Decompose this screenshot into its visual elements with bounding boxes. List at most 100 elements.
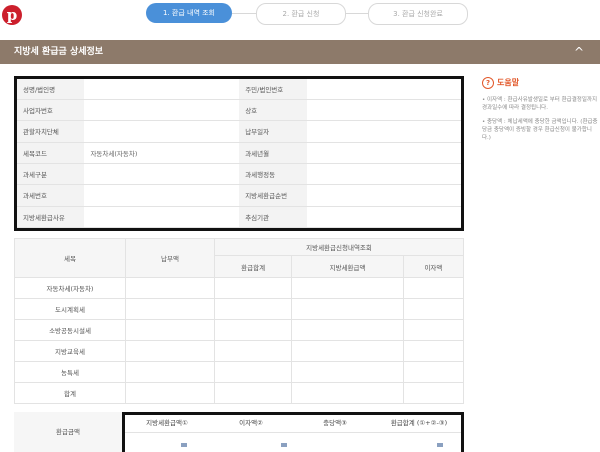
amount-cell [213, 382, 293, 404]
refund-amount-label: 환급금액 [14, 412, 122, 452]
amount-cell [291, 277, 404, 299]
info-label: 납부일자 [239, 120, 307, 143]
amount-cell [125, 340, 215, 362]
pinterest-logo-icon[interactable]: p [2, 5, 22, 25]
info-row: 성명/법인명 주민/법인번호 [17, 79, 461, 100]
amount-cell [125, 319, 215, 341]
amount-cell [213, 319, 293, 341]
help-item-offset: • 충당액 : 체납세액에 충당한 금액입니다. (환급충당금 충당액이 증빙할… [482, 119, 598, 141]
summary-col-header: 이자액② [239, 419, 263, 427]
info-value [84, 120, 240, 143]
amount-cell [291, 319, 404, 341]
summary-col-header: 충당액③ [323, 419, 347, 427]
taxpayer-info-table: 성명/법인명 주민/법인번호 사업자번호 상호 관할자치단체 납부일자 세목코드 자동차세(자… [14, 76, 464, 231]
info-value [84, 184, 240, 207]
info-label: 성명/법인명 [17, 79, 85, 100]
help-item-interest: • 이자액 : 환급사유발생일로 부터 환급결정일까지 경과일수에 따라 결정됩… [482, 97, 598, 111]
info-value [306, 163, 461, 186]
step-1-refund-history[interactable]: 1. 환급 내역 조회 [146, 3, 232, 23]
amount-cell [125, 277, 215, 299]
tax-item-name: 농특세 [14, 361, 126, 383]
info-label: 세목코드 [17, 142, 85, 164]
sub-col-header: 지방세환급액 [291, 255, 404, 278]
info-label: 주민/법인번호 [239, 79, 307, 100]
info-label: 과세년월 [239, 142, 307, 164]
amount-cell [402, 361, 465, 383]
refund-summary-box: 지방세환급액① 이자액② 충당액③ 환급합계 (①+②-③) [122, 412, 464, 452]
amount-cell [213, 298, 293, 320]
table-row: 소방공동시설세 [14, 319, 465, 341]
section-title: 지방세 환급금 상세정보 [14, 47, 104, 57]
amount-cell [402, 340, 465, 362]
summary-col-header: 환급합계 (①+②-③) [390, 419, 448, 427]
table-row: 합계 [14, 382, 465, 404]
step-3-refund-complete[interactable]: 3. 환급 신청완료 [368, 3, 468, 25]
info-row: 세목코드 자동차세(자동차) 과세년월 [17, 142, 461, 164]
info-value [306, 120, 461, 143]
value-swatch [281, 443, 287, 447]
sub-col-header: 환급합계 [213, 255, 293, 278]
tax-item-name: 도시계획세 [14, 298, 126, 320]
info-label: 과세구분 [17, 163, 85, 186]
info-value [306, 206, 461, 229]
info-value [84, 99, 240, 122]
amount-cell [402, 277, 465, 299]
tax-item-name: 자동차세(자동차) [14, 277, 126, 299]
amount-cell [291, 382, 404, 404]
info-row: 사업자번호 상호 [17, 99, 461, 122]
table-row: 도시계획세 [14, 298, 465, 320]
table-row: 자동차세(자동차) [14, 277, 465, 299]
step-connector [346, 13, 368, 14]
refund-detail-table: 세목 납부액 지방세환급신청내역조회 환급합계 지방세환급액 이자액 자동차세(자동… [14, 238, 465, 404]
amount-cell [402, 298, 465, 320]
amount-cell [291, 298, 404, 320]
info-label: 지방세환급순번 [239, 184, 307, 207]
summary-col-header: 지방세환급액① [146, 419, 188, 427]
amount-cell [213, 361, 293, 383]
tax-item-name: 소방공동시설세 [14, 319, 126, 341]
step-2-refund-apply[interactable]: 2. 환급 신청 [256, 3, 346, 25]
collapse-chevron-icon[interactable]: ^ [570, 43, 588, 61]
sub-col-header: 이자액 [402, 255, 465, 278]
info-value [84, 206, 240, 229]
info-value: 자동차세(자동차) [84, 142, 240, 164]
tax-item-name: 지방교육세 [14, 340, 126, 362]
help-title: ? 도움말 [482, 76, 600, 90]
tax-item-name: 합계 [14, 382, 126, 404]
amount-cell [402, 382, 465, 404]
table-row: 지방교육세 [14, 340, 465, 362]
amount-cell [213, 277, 293, 299]
info-label: 사업자번호 [17, 99, 85, 122]
info-value [306, 184, 461, 207]
info-value [306, 79, 461, 100]
info-value [306, 142, 461, 164]
value-swatch [437, 443, 443, 447]
info-label: 지방세환급사유 [17, 206, 85, 229]
info-label: 과세행정동 [239, 163, 307, 186]
info-row: 관할자치단체 납부일자 [17, 120, 461, 143]
value-swatch [181, 443, 187, 447]
section-header: 지방세 환급금 상세정보 ^ [0, 40, 600, 64]
info-row: 과세번호 지방세환급순번 [17, 184, 461, 207]
step-connector [232, 13, 256, 14]
amount-cell [291, 340, 404, 362]
col-tax-header: 세목 [14, 238, 126, 278]
amount-cell [291, 361, 404, 383]
amount-cell [125, 298, 215, 320]
help-panel: ? 도움말 • 이자액 : 환급사유발생일로 부터 환급결정일까지 경과일수에 따… [482, 76, 600, 142]
info-value [84, 79, 240, 100]
info-row: 지방세환급사유 추심기관 [17, 206, 461, 229]
info-row: 과세구분 과세행정동 [17, 163, 461, 186]
question-icon: ? [482, 77, 494, 89]
info-label: 과세번호 [17, 184, 85, 207]
info-label: 상호 [239, 99, 307, 122]
info-label: 관할자치단체 [17, 120, 85, 143]
info-value [306, 99, 461, 122]
col-group-header: 지방세환급신청내역조회 [214, 238, 464, 256]
table-row: 농특세 [14, 361, 465, 383]
info-label: 추심기관 [239, 206, 307, 229]
amount-cell [402, 319, 465, 341]
info-value [84, 163, 240, 186]
col-paid-header: 납부액 [125, 238, 215, 278]
amount-cell [125, 382, 215, 404]
